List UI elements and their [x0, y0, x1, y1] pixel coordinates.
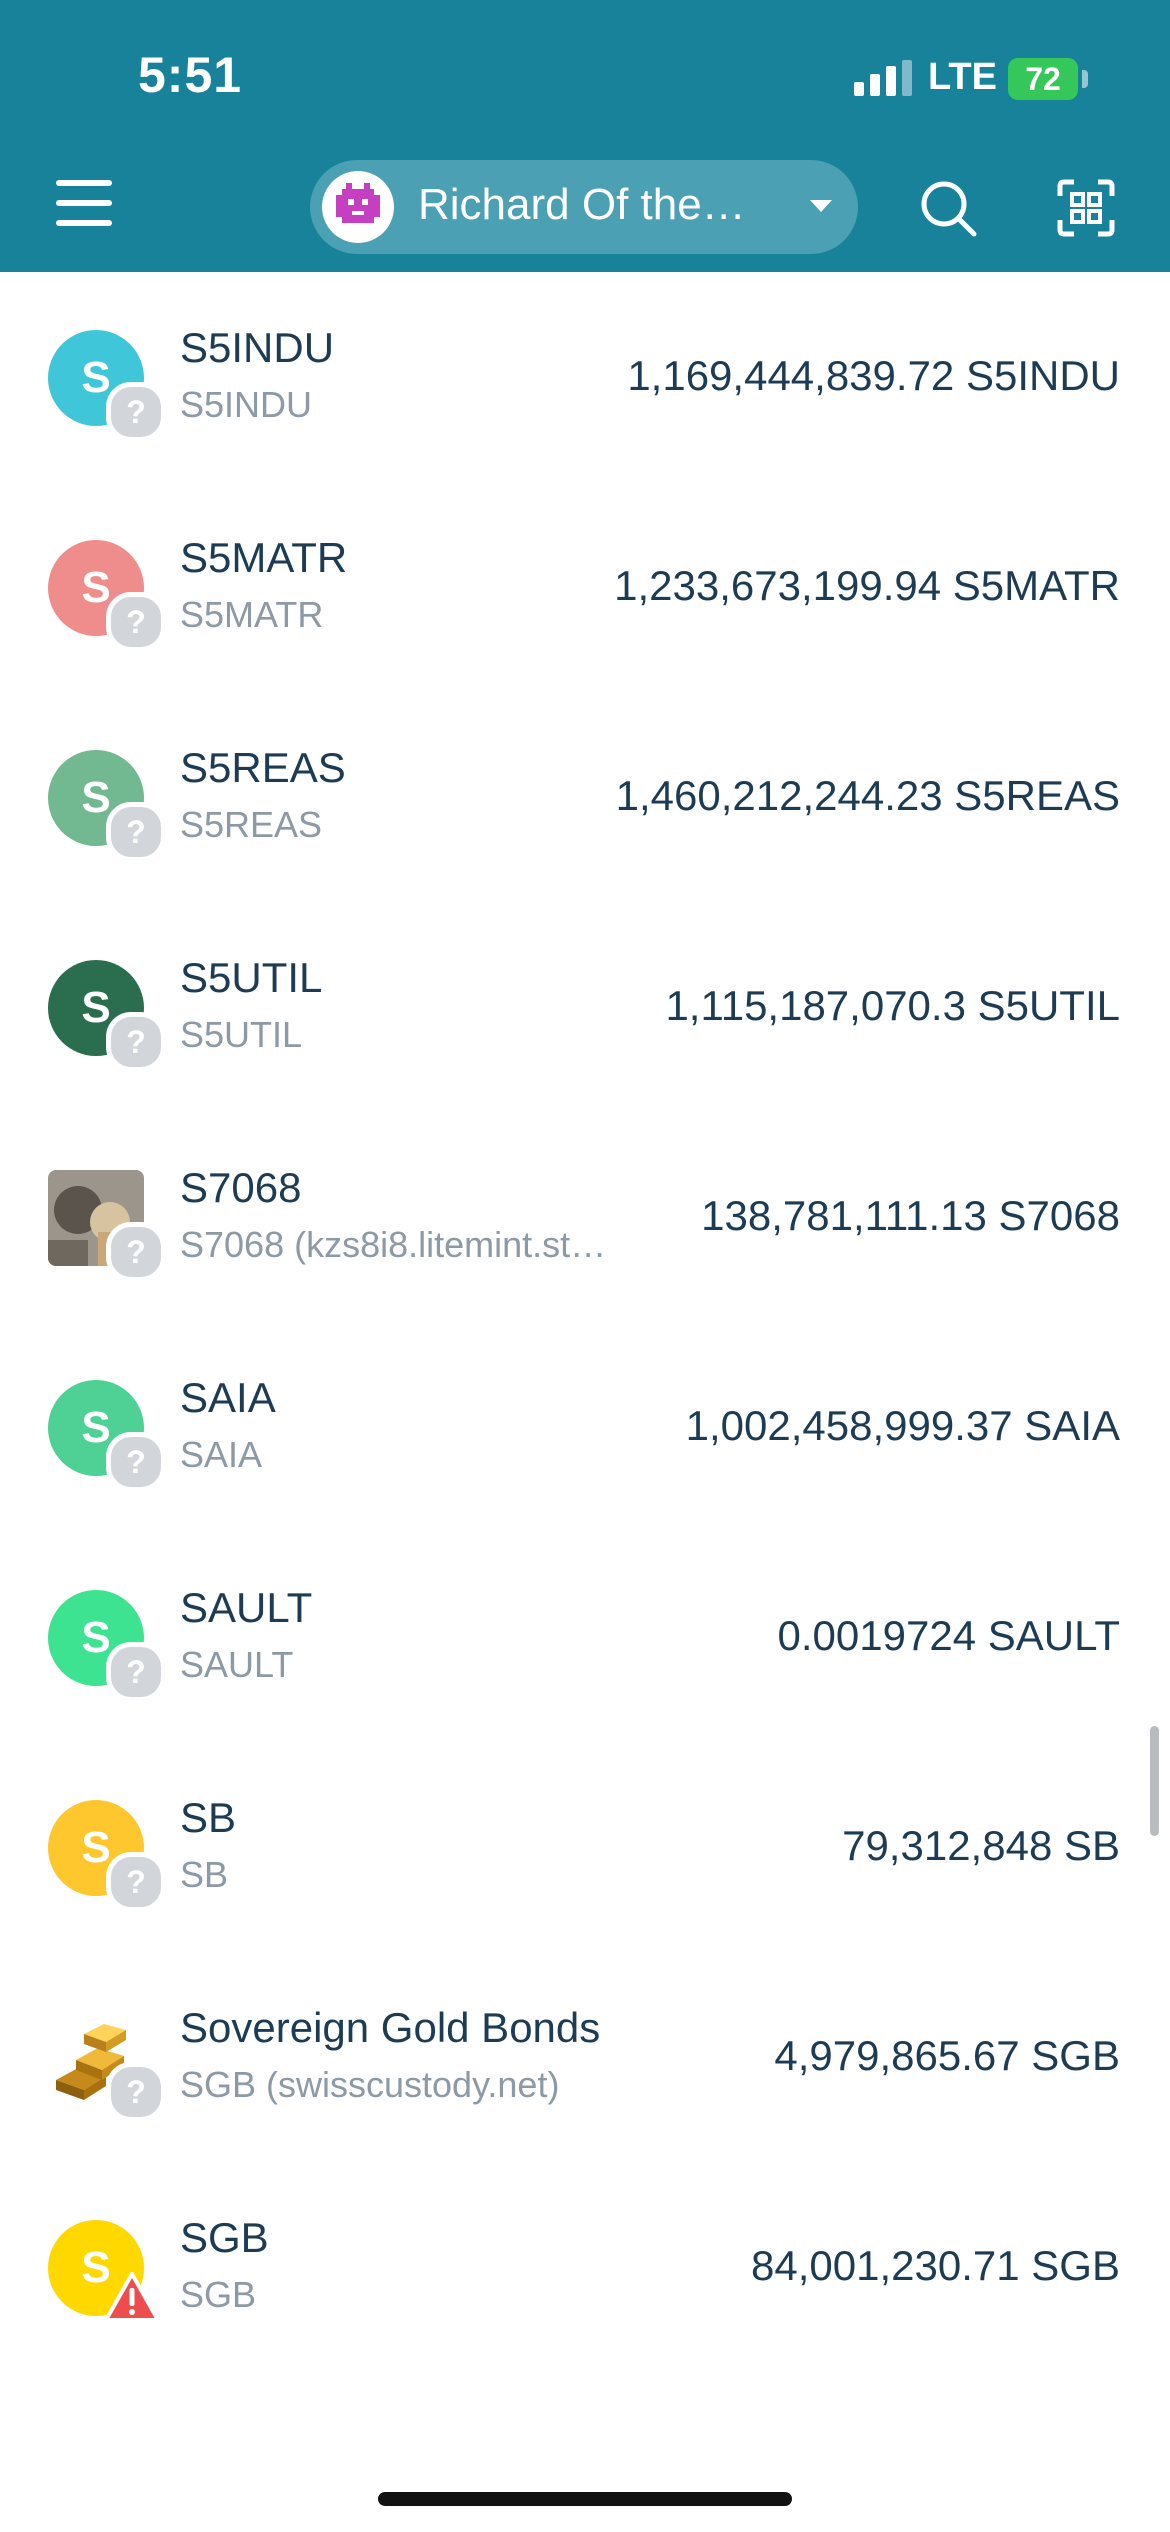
badge-glyph: ?	[126, 1654, 146, 1690]
search-icon[interactable]	[918, 178, 978, 238]
unknown-issuer-icon: ?	[106, 1642, 166, 1702]
token-row[interactable]: S ? S5UTIL S5UTIL 1,115,187,070.3 S5UTIL	[0, 902, 1170, 1112]
token-code: SGB	[180, 2274, 257, 2315]
unknown-issuer-icon: ?	[106, 1222, 166, 1282]
token-row[interactable]: S ? SB SB 79,312,848 SB	[0, 1742, 1170, 1952]
token-letter: S	[81, 1823, 111, 1872]
battery-level: 72	[1025, 61, 1061, 97]
unknown-issuer-icon: ?	[106, 382, 166, 442]
token-balance: 79,312,848 SB	[842, 1822, 1120, 1869]
token-letter: S	[81, 1613, 111, 1662]
token-balance: 1,233,673,199.94 S5MATR	[614, 562, 1120, 609]
badge-glyph: ?	[126, 1444, 146, 1480]
unknown-issuer-icon: ?	[106, 1432, 166, 1492]
token-row[interactable]: S ? S5MATR S5MATR 1,233,673,199.94 S5MAT…	[0, 482, 1170, 692]
badge-glyph: ?	[126, 2074, 146, 2110]
pixel-avatar-icon	[322, 171, 394, 243]
battery-icon: 72	[1008, 58, 1078, 100]
token-code: SAULT	[180, 1644, 294, 1685]
token-list: S ? S5INDU S5INDU 1,169,444,839.72 S5IND…	[0, 272, 1170, 2372]
token-code: S5MATR	[180, 594, 324, 635]
token-row[interactable]: S ? SAULT SAULT 0.0019724 SAULT	[0, 1532, 1170, 1742]
unknown-issuer-icon: ?	[106, 2062, 166, 2122]
chevron-down-icon	[810, 200, 832, 212]
token-name: SGB	[180, 2214, 269, 2261]
scrollbar[interactable]	[1150, 1726, 1159, 1836]
token-code: S5UTIL	[180, 1014, 303, 1055]
badge-glyph: ?	[126, 394, 146, 430]
unknown-issuer-icon: ?	[106, 592, 166, 652]
account-selector[interactable]: Richard Of the…	[310, 160, 858, 254]
qr-scan-icon[interactable]	[1056, 178, 1116, 238]
token-balance: 1,002,458,999.37 SAIA	[685, 1402, 1120, 1449]
battery-cap	[1082, 70, 1088, 88]
warning-icon	[104, 2272, 160, 2324]
token-row[interactable]: ? S7068 S7068 (kzs8i8.litemint.st… 138,7…	[0, 1112, 1170, 1322]
token-name: SAULT	[180, 1584, 313, 1631]
token-name: S5MATR	[180, 534, 348, 581]
token-code: SGB (swisscustody.net)	[180, 2064, 560, 2105]
badge-glyph: ?	[126, 814, 146, 850]
token-letter: S	[81, 563, 111, 612]
cellular-signal-icon	[854, 60, 912, 96]
token-code: S7068 (kzs8i8.litemint.st…	[180, 1224, 607, 1265]
token-row[interactable]: S ? S5INDU S5INDU 1,169,444,839.72 S5IND…	[0, 272, 1170, 482]
network-type: LTE	[928, 56, 997, 98]
token-name: S7068	[180, 1164, 302, 1211]
badge-glyph: ?	[126, 604, 146, 640]
token-row[interactable]: S ? SAIA SAIA 1,002,458,999.37 SAIA	[0, 1322, 1170, 1532]
top-bar: 5:51 LTE 72 Richard Of the…	[0, 0, 1170, 272]
token-name: SB	[180, 1794, 237, 1841]
token-row[interactable]: S ? S5REAS S5REAS 1,460,212,244.23 S5REA…	[0, 692, 1170, 902]
token-balance: 1,115,187,070.3 S5UTIL	[665, 982, 1120, 1029]
token-name: SAIA	[180, 1374, 276, 1421]
badge-glyph: ?	[126, 1024, 146, 1060]
status-time: 5:51	[138, 47, 243, 103]
unknown-issuer-icon: ?	[106, 1852, 166, 1912]
token-name: S5REAS	[180, 744, 346, 791]
unknown-issuer-icon: ?	[106, 1012, 166, 1072]
token-letter: S	[81, 353, 111, 402]
token-code: SB	[180, 1854, 229, 1895]
token-balance: 0.0019724 SAULT	[777, 1612, 1120, 1659]
badge-glyph: ?	[126, 1864, 146, 1900]
token-letter: S	[81, 983, 111, 1032]
token-code: S5INDU	[180, 384, 313, 425]
token-balance: 1,169,444,839.72 S5INDU	[627, 352, 1120, 399]
token-code: S5REAS	[180, 804, 323, 845]
token-balance: 84,001,230.71 SGB	[751, 2242, 1120, 2289]
account-name: Richard Of the…	[418, 180, 746, 229]
token-letter: S	[81, 773, 111, 822]
token-name: S5UTIL	[180, 954, 323, 1001]
token-row[interactable]: ? Sovereign Gold Bonds SGB (swisscustody…	[0, 1952, 1170, 2162]
hamburger-menu-icon[interactable]	[56, 178, 112, 228]
token-balance: 138,781,111.13 S7068	[701, 1192, 1120, 1239]
token-name: Sovereign Gold Bonds	[180, 2004, 601, 2051]
token-code: SAIA	[180, 1434, 263, 1475]
token-name: S5INDU	[180, 324, 335, 371]
token-letter: S	[81, 1403, 111, 1452]
token-balance: 1,460,212,244.23 S5REAS	[615, 772, 1120, 819]
home-indicator[interactable]	[378, 2492, 792, 2506]
token-row[interactable]: S SGB SGB 84,001,230.71 SGB	[0, 2162, 1170, 2372]
token-balance: 4,979,865.67 SGB	[774, 2032, 1120, 2079]
badge-glyph: ?	[126, 1234, 146, 1270]
unknown-issuer-icon: ?	[106, 802, 166, 862]
